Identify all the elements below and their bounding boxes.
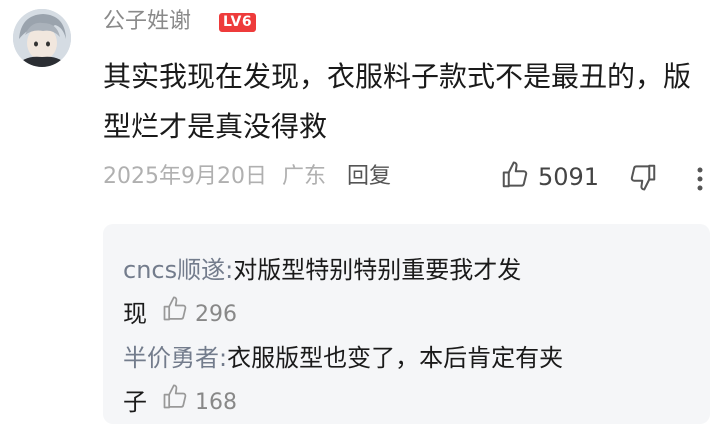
reply-author[interactable]: 半价勇者: <box>123 344 227 372</box>
dislike-button[interactable] <box>628 162 662 196</box>
thumb-up-icon <box>500 160 530 194</box>
like-count: 5091 <box>538 163 600 191</box>
reply-text-cont: 子 <box>123 388 147 416</box>
thumb-up-icon <box>161 381 189 425</box>
reply-text-cont: 现 <box>123 300 147 328</box>
replies-box: cncs顺遂:对版型特别特别重要我才发 现 296 半价勇者:衣服版型也变了，本后… <box>103 224 710 424</box>
username[interactable]: 公子姓谢 <box>103 8 191 36</box>
reply-text: 对版型特别特别重要我才发 <box>233 256 522 284</box>
like-button[interactable]: 5091 <box>500 160 599 194</box>
thumb-down-icon <box>628 164 658 196</box>
more-vertical-icon <box>690 167 710 200</box>
reply-like-count: 168 <box>195 390 237 415</box>
comment-location: 广东 <box>282 164 327 189</box>
comment-text: 其实我现在发现，衣服料子款式不是最丑的，版型烂才是真没得救 <box>103 60 692 143</box>
reply-text: 衣服版型也变了，本后肯定有夹 <box>227 344 564 372</box>
reply-item[interactable]: cncs顺遂:对版型特别特别重要我才发 现 296 <box>123 248 683 337</box>
reply-author[interactable]: cncs顺遂: <box>123 256 233 284</box>
reply-item[interactable]: 半价勇者:衣服版型也变了，本后肯定有夹 子 168 <box>123 336 683 425</box>
more-button[interactable] <box>690 162 710 196</box>
avatar[interactable] <box>13 9 71 67</box>
reply-like-count: 296 <box>195 302 237 327</box>
reply-like-button[interactable]: 168 <box>161 381 237 425</box>
reply-like-button[interactable]: 296 <box>161 293 237 337</box>
thumb-up-icon <box>161 293 189 337</box>
reply-button[interactable]: 回复 <box>347 162 391 192</box>
comment-date: 2025年9月20日 <box>103 164 267 189</box>
level-badge: LV6 <box>219 13 257 32</box>
